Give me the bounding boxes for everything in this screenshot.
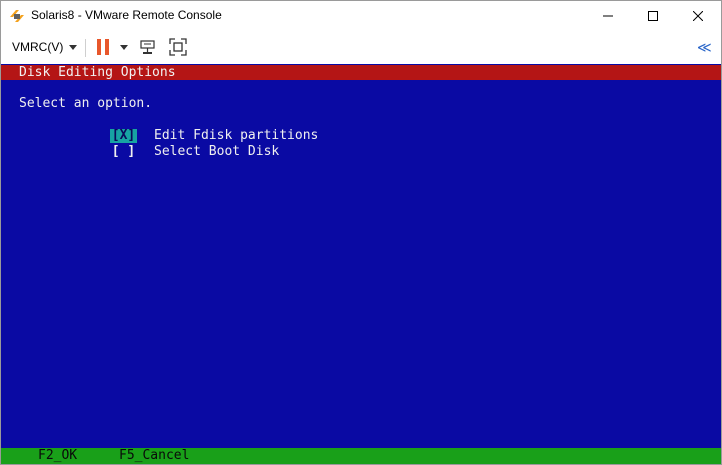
vmrc-menu-label: VMRC(V) — [12, 40, 64, 54]
console-prompt: Select an option. — [19, 96, 153, 111]
minimize-icon — [603, 15, 613, 17]
send-ctrl-alt-del-icon[interactable] — [139, 38, 157, 56]
vmrc-menu-button[interactable]: VMRC(V) — [12, 40, 78, 54]
console-footer-bar: F2_OK F5_Cancel — [1, 448, 721, 464]
vm-console-screen[interactable]: Disk Editing Options Select an option. [… — [1, 64, 721, 464]
option-label: Edit Fdisk partitions — [154, 128, 319, 143]
console-header-title: Disk Editing Options — [19, 65, 176, 80]
collapse-toolbar-icon[interactable]: ≪ — [697, 39, 712, 56]
option-edit-fdisk[interactable]: [X] Edit Fdisk partitions — [110, 128, 318, 143]
window-title: Solaris8 - VMware Remote Console — [31, 8, 222, 22]
option-label: Select Boot Disk — [154, 144, 280, 159]
power-options-chevron-icon[interactable] — [120, 45, 128, 50]
close-button[interactable] — [675, 1, 721, 31]
title-bar: Solaris8 - VMware Remote Console — [1, 1, 721, 31]
option-checkbox[interactable]: [ ] — [110, 144, 137, 159]
console-header-bar: Disk Editing Options — [1, 65, 721, 80]
toolbar-separator — [85, 39, 86, 57]
vmrc-window: Solaris8 - VMware Remote Console VMRC(V) — [0, 0, 722, 465]
maximize-button[interactable] — [630, 1, 676, 31]
f2-ok-key[interactable]: F2_OK — [38, 448, 77, 464]
close-icon — [693, 11, 703, 21]
pause-icon[interactable] — [97, 39, 109, 55]
f5-cancel-key[interactable]: F5_Cancel — [119, 448, 189, 464]
option-checkbox[interactable]: [X] — [110, 128, 137, 143]
maximize-icon — [648, 11, 658, 21]
vmware-app-icon — [10, 10, 24, 22]
chevron-down-icon — [69, 44, 78, 50]
fullscreen-icon[interactable] — [169, 38, 187, 56]
toolbar: VMRC(V) ≪ — [1, 31, 721, 64]
option-select-boot-disk[interactable]: [ ] Select Boot Disk — [110, 144, 279, 159]
minimize-button[interactable] — [585, 1, 631, 31]
